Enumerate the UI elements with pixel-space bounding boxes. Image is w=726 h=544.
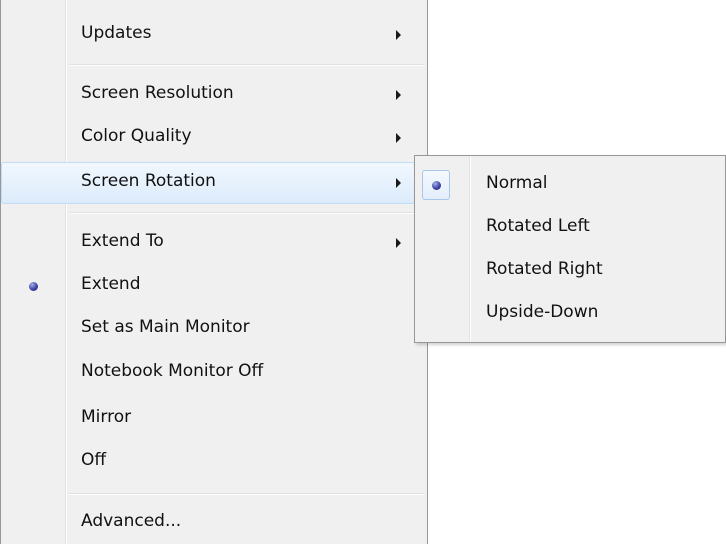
menu-item-label: Rotated Right [486, 259, 603, 279]
submenu-item-rotated-right[interactable]: Rotated Right [415, 250, 725, 292]
menu-item-label: Rotated Left [486, 216, 590, 236]
menu-item-off[interactable]: Off [1, 441, 429, 483]
menu-item-label: Screen Rotation [81, 171, 216, 191]
menu-item-notebook-monitor-off[interactable]: Notebook Monitor Off [1, 352, 429, 394]
menu-item-label: Off [81, 450, 107, 470]
menu-separator [69, 493, 425, 495]
menu-item-screen-rotation[interactable]: Screen Rotation [1, 162, 415, 204]
menu-separator [69, 64, 425, 66]
menu-item-label: Advanced... [81, 511, 182, 531]
menu-item-label: Mirror [81, 407, 132, 427]
menu-item-label: Extend To [81, 231, 164, 251]
menu-item-label: Notebook Monitor Off [81, 361, 264, 381]
display-context-menu: Updates Screen Resolution Color Quality … [0, 0, 428, 544]
chevron-right-icon [396, 90, 401, 100]
submenu-item-normal[interactable]: Normal [415, 164, 725, 206]
submenu-item-rotated-left[interactable]: Rotated Left [415, 207, 725, 249]
submenu-item-upside-down[interactable]: Upside-Down [415, 293, 725, 335]
menu-item-color-quality[interactable]: Color Quality [1, 117, 429, 159]
radio-checked-icon [432, 181, 441, 190]
menu-item-label: Set as Main Monitor [81, 317, 250, 337]
menu-item-extend[interactable]: Extend [1, 265, 429, 307]
menu-item-label: Extend [81, 274, 141, 294]
chevron-right-icon [396, 133, 401, 143]
menu-item-screen-resolution[interactable]: Screen Resolution [1, 74, 429, 116]
menu-item-advanced[interactable]: Advanced... [1, 502, 429, 544]
chevron-right-icon [396, 30, 401, 40]
screen-rotation-submenu: Normal Rotated Left Rotated Right Upside… [414, 155, 726, 343]
radio-checked-icon [29, 282, 38, 291]
menu-item-label: Color Quality [81, 126, 192, 146]
menu-item-mirror[interactable]: Mirror [1, 398, 429, 440]
menu-item-label: Screen Resolution [81, 83, 234, 103]
chevron-right-icon [396, 238, 401, 248]
chevron-right-icon [396, 178, 401, 188]
menu-item-updates[interactable]: Updates [1, 14, 429, 56]
menu-item-extend-to[interactable]: Extend To [1, 222, 429, 264]
menu-item-set-as-main-monitor[interactable]: Set as Main Monitor [1, 308, 429, 350]
menu-item-label: Updates [81, 23, 152, 43]
menu-separator [69, 212, 425, 214]
menu-item-label: Upside-Down [486, 302, 599, 322]
menu-item-label: Normal [486, 173, 548, 193]
